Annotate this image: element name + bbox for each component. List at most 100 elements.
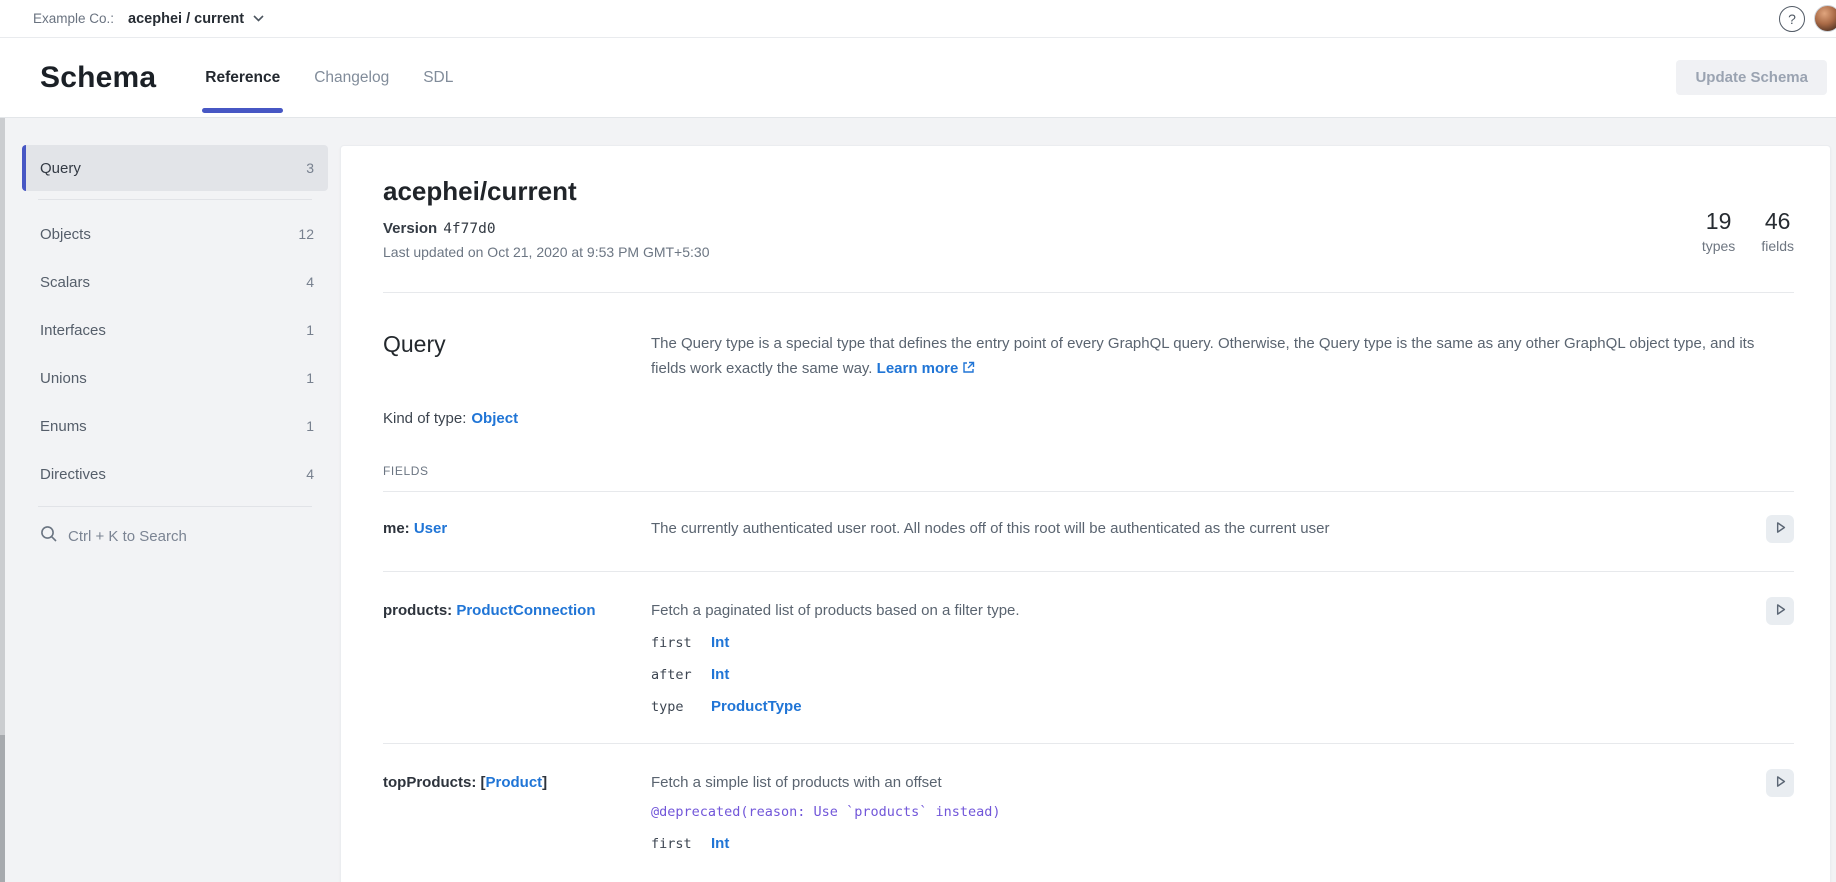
- sidebar-item-label: Interfaces: [40, 322, 106, 339]
- stat-value: 19: [1702, 208, 1735, 235]
- field-type-link[interactable]: User: [414, 520, 447, 537]
- sidebar-item-query[interactable]: Query 3: [22, 145, 328, 191]
- sidebar-item-count: 1: [306, 418, 314, 434]
- body-area: Query 3 Objects 12 Scalars 4 Interfaces …: [0, 118, 1836, 882]
- left-scrollbar-thumb[interactable]: [0, 735, 5, 882]
- learn-more-label: Learn more: [877, 360, 959, 377]
- top-bar: Example Co.: acephei / current ?: [0, 0, 1836, 38]
- stat-types: 19 types: [1702, 208, 1735, 254]
- sidebar-item-label: Unions: [40, 370, 87, 387]
- run-in-explorer-button[interactable]: [1766, 597, 1794, 625]
- schema-card-header: acephei/current Version4f77d0 Last updat…: [383, 146, 1794, 292]
- tab-changelog[interactable]: Changelog: [297, 38, 406, 117]
- argument-type-link[interactable]: Int: [711, 666, 729, 683]
- play-icon: [1772, 601, 1789, 621]
- argument-type-link[interactable]: Int: [711, 835, 729, 852]
- tab-sdl[interactable]: SDL: [406, 38, 470, 117]
- field-deprecated-directive: @deprecated(reason: Use `products` inste…: [651, 804, 1726, 820]
- stat-label: fields: [1761, 238, 1794, 254]
- sidebar-item-count: 12: [298, 226, 314, 242]
- field-details: Fetch a simple list of products with an …: [651, 774, 1766, 852]
- stat-fields: 46 fields: [1761, 208, 1794, 254]
- sidebar-item-count: 1: [306, 370, 314, 386]
- field-type-suffix: ]: [542, 774, 547, 791]
- sidebar-item-interfaces[interactable]: Interfaces 1: [22, 306, 328, 354]
- type-overview-row: Query The Query type is a special type t…: [383, 293, 1794, 382]
- learn-more-link[interactable]: Learn more: [877, 360, 976, 377]
- argument-row: first Int: [651, 634, 1726, 651]
- fields-section-label: FIELDS: [383, 464, 1794, 478]
- argument-row: after Int: [651, 666, 1726, 683]
- argument-name: after: [651, 667, 711, 683]
- sidebar-item-count: 1: [306, 322, 314, 338]
- type-description: The Query type is a special type that de…: [651, 331, 1756, 382]
- sidebar-item-label: Objects: [40, 226, 91, 243]
- argument-row: type ProductType: [651, 698, 1726, 715]
- page-title: Schema: [40, 61, 156, 95]
- field-args: first Int after Int type ProductType: [651, 634, 1726, 715]
- graph-name: acephei / current: [128, 11, 244, 27]
- field-name: products:: [383, 602, 456, 619]
- play-icon: [1772, 773, 1789, 793]
- kind-of-type-row: Kind of type: Object: [383, 410, 1794, 427]
- sidebar-item-label: Directives: [40, 466, 106, 483]
- last-updated: Last updated on Oct 21, 2020 at 9:53 PM …: [383, 244, 1794, 260]
- field-details: The currently authenticated user root. A…: [651, 520, 1766, 543]
- argument-type-link[interactable]: Int: [711, 634, 729, 651]
- graph-picker-dropdown[interactable]: acephei / current: [128, 11, 264, 27]
- sidebar-item-count: 4: [306, 466, 314, 482]
- search-icon: [40, 525, 58, 548]
- sidebar: Query 3 Objects 12 Scalars 4 Interfaces …: [22, 145, 328, 882]
- chevron-down-icon: [253, 15, 264, 22]
- field-signature: topProducts: [Product]: [383, 774, 651, 852]
- search-box[interactable]: Ctrl + K to Search: [22, 521, 328, 551]
- argument-type-link[interactable]: ProductType: [711, 698, 802, 715]
- tab-bar: ReferenceChangelogSDL: [188, 38, 470, 117]
- kind-label: Kind of type:: [383, 410, 466, 427]
- argument-name: type: [651, 699, 711, 715]
- avatar[interactable]: [1814, 5, 1836, 32]
- kind-type-link[interactable]: Object: [471, 410, 518, 427]
- sidebar-item-directives[interactable]: Directives 4: [22, 450, 328, 498]
- sidebar-item-scalars[interactable]: Scalars 4: [22, 258, 328, 306]
- field-row-me: me: User The currently authenticated use…: [383, 491, 1794, 571]
- field-type-link[interactable]: Product: [486, 774, 543, 791]
- page-header: Schema ReferenceChangelogSDL Update Sche…: [0, 38, 1836, 118]
- sidebar-item-label: Enums: [40, 418, 87, 435]
- sidebar-item-label: Query: [40, 160, 81, 177]
- tab-reference[interactable]: Reference: [188, 38, 297, 117]
- external-link-icon: [962, 357, 975, 382]
- sidebar-item-unions[interactable]: Unions 1: [22, 354, 328, 402]
- update-schema-button[interactable]: Update Schema: [1676, 60, 1827, 95]
- sidebar-item-objects[interactable]: Objects 12: [22, 210, 328, 258]
- argument-name: first: [651, 836, 711, 852]
- type-name-heading: Query: [383, 331, 651, 382]
- field-description: Fetch a simple list of products with an …: [651, 774, 1726, 791]
- run-in-explorer-button[interactable]: [1766, 515, 1794, 543]
- field-description: The currently authenticated user root. A…: [651, 520, 1726, 537]
- fields-list: me: User The currently authenticated use…: [383, 491, 1794, 882]
- left-scrollbar[interactable]: [0, 118, 5, 882]
- argument-row: first Int: [651, 835, 1726, 852]
- field-name: topProducts:: [383, 774, 481, 791]
- org-label: Example Co.:: [33, 11, 114, 26]
- stat-value: 46: [1761, 208, 1794, 235]
- field-signature: me: User: [383, 520, 651, 543]
- version-label: Version: [383, 220, 437, 237]
- sidebar-list: Query 3 Objects 12 Scalars 4 Interfaces …: [22, 145, 328, 498]
- type-description-text: The Query type is a special type that de…: [651, 335, 1754, 377]
- schema-stats: 19 types 46 fields: [1702, 208, 1794, 254]
- run-in-explorer-button[interactable]: [1766, 769, 1794, 797]
- sidebar-divider: [38, 199, 312, 200]
- field-description: Fetch a paginated list of products based…: [651, 602, 1726, 619]
- sidebar-item-count: 3: [306, 160, 314, 176]
- field-name: me:: [383, 520, 414, 537]
- help-icon[interactable]: ?: [1779, 6, 1805, 32]
- field-type-link[interactable]: ProductConnection: [456, 602, 595, 619]
- field-row-topProducts: topProducts: [Product] Fetch a simple li…: [383, 743, 1794, 880]
- version-row: Version4f77d0: [383, 220, 1794, 237]
- sidebar-item-enums[interactable]: Enums 1: [22, 402, 328, 450]
- schema-variant-title: acephei/current: [383, 176, 1794, 207]
- field-args: first Int: [651, 835, 1726, 852]
- sidebar-item-count: 4: [306, 274, 314, 290]
